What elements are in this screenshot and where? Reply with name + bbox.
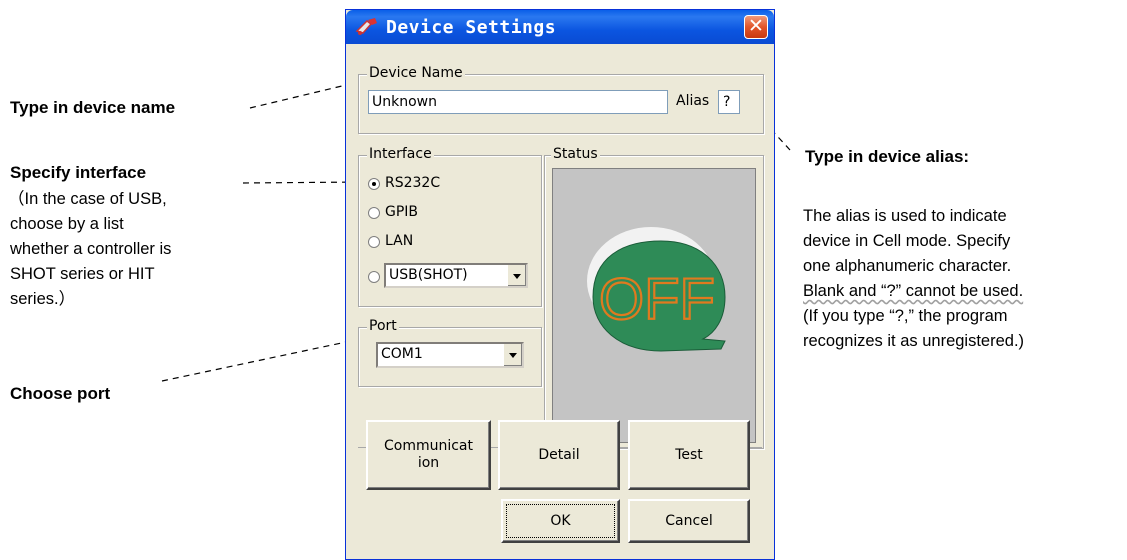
communication-button-label: ion [417,455,440,471]
device-icon [355,18,377,35]
radio-gpib[interactable] [368,207,380,219]
annotation-alias-line: one alphanumeric character. [803,257,1012,275]
chevron-down-icon[interactable] [507,265,526,286]
status-off-indicator: OFF [587,227,726,352]
detail-button[interactable]: Detail [498,420,620,490]
alias-input[interactable]: ? [718,90,740,114]
port-select[interactable]: COM1 [376,342,524,368]
radio-gpib-label: GPIB [385,204,419,220]
ok-button[interactable]: OK [501,499,620,543]
device-name-input[interactable]: Unknown [368,90,668,114]
radio-lan[interactable] [368,236,380,248]
close-button[interactable]: ✕ [744,15,768,39]
alias-label: Alias [676,93,710,109]
device-name-group-label: Device Name [367,65,465,81]
annotation-alias-line: recognizes it as unregistered.) [803,332,1025,350]
annotation-alias-title: Type in device alias: [805,147,970,166]
port-group-label: Port [367,318,399,334]
device-settings-dialog: Device Settings ✕ Device Name Unknown Al… [345,9,775,560]
status-text: OFF [599,267,715,332]
annotation-alias-line: The alias is used to indicate [803,207,1007,225]
communication-button[interactable]: Communicat ion [366,420,491,490]
annotation-device-name: Type in device name [10,98,176,117]
status-group-label: Status [551,146,600,162]
radio-rs232c-label: RS232C [385,175,441,191]
annotation-alias-line: device in Cell mode. Specify [803,232,1011,250]
annotation-alias-warning: Blank and “?” cannot be used. [803,282,1024,300]
interface-group-label: Interface [367,146,434,162]
annotation-interface-line: whether a controller is [10,240,172,258]
port-value: COM1 [381,346,423,362]
communication-button-label: Communicat [383,438,474,454]
chevron-down-icon[interactable] [503,344,522,366]
radio-rs232c[interactable] [368,178,380,190]
usb-series-value: USB(SHOT) [389,267,468,283]
usb-series-select[interactable]: USB(SHOT) [384,263,528,288]
annotation-interface-title: Specify interface [10,163,147,182]
annotation-interface-line: choose by a list [10,215,124,233]
annotation-port: Choose port [10,384,111,403]
title-bar[interactable]: Device Settings ✕ [346,10,774,44]
dialog-title: Device Settings [386,17,557,38]
annotation-interface-line: SHOT series or HIT [10,265,155,283]
cancel-button[interactable]: Cancel [628,499,750,543]
annotation-alias-line: (If you type “?,” the program [803,307,1008,325]
radio-usb[interactable] [368,271,380,283]
test-button[interactable]: Test [628,420,750,490]
arrow-port [161,337,366,382]
status-panel: OFF [552,168,756,443]
annotation-interface-line: （In the case of USB, [8,190,167,208]
annotation-interface-line: series.） [10,290,76,308]
radio-lan-label: LAN [385,233,414,249]
